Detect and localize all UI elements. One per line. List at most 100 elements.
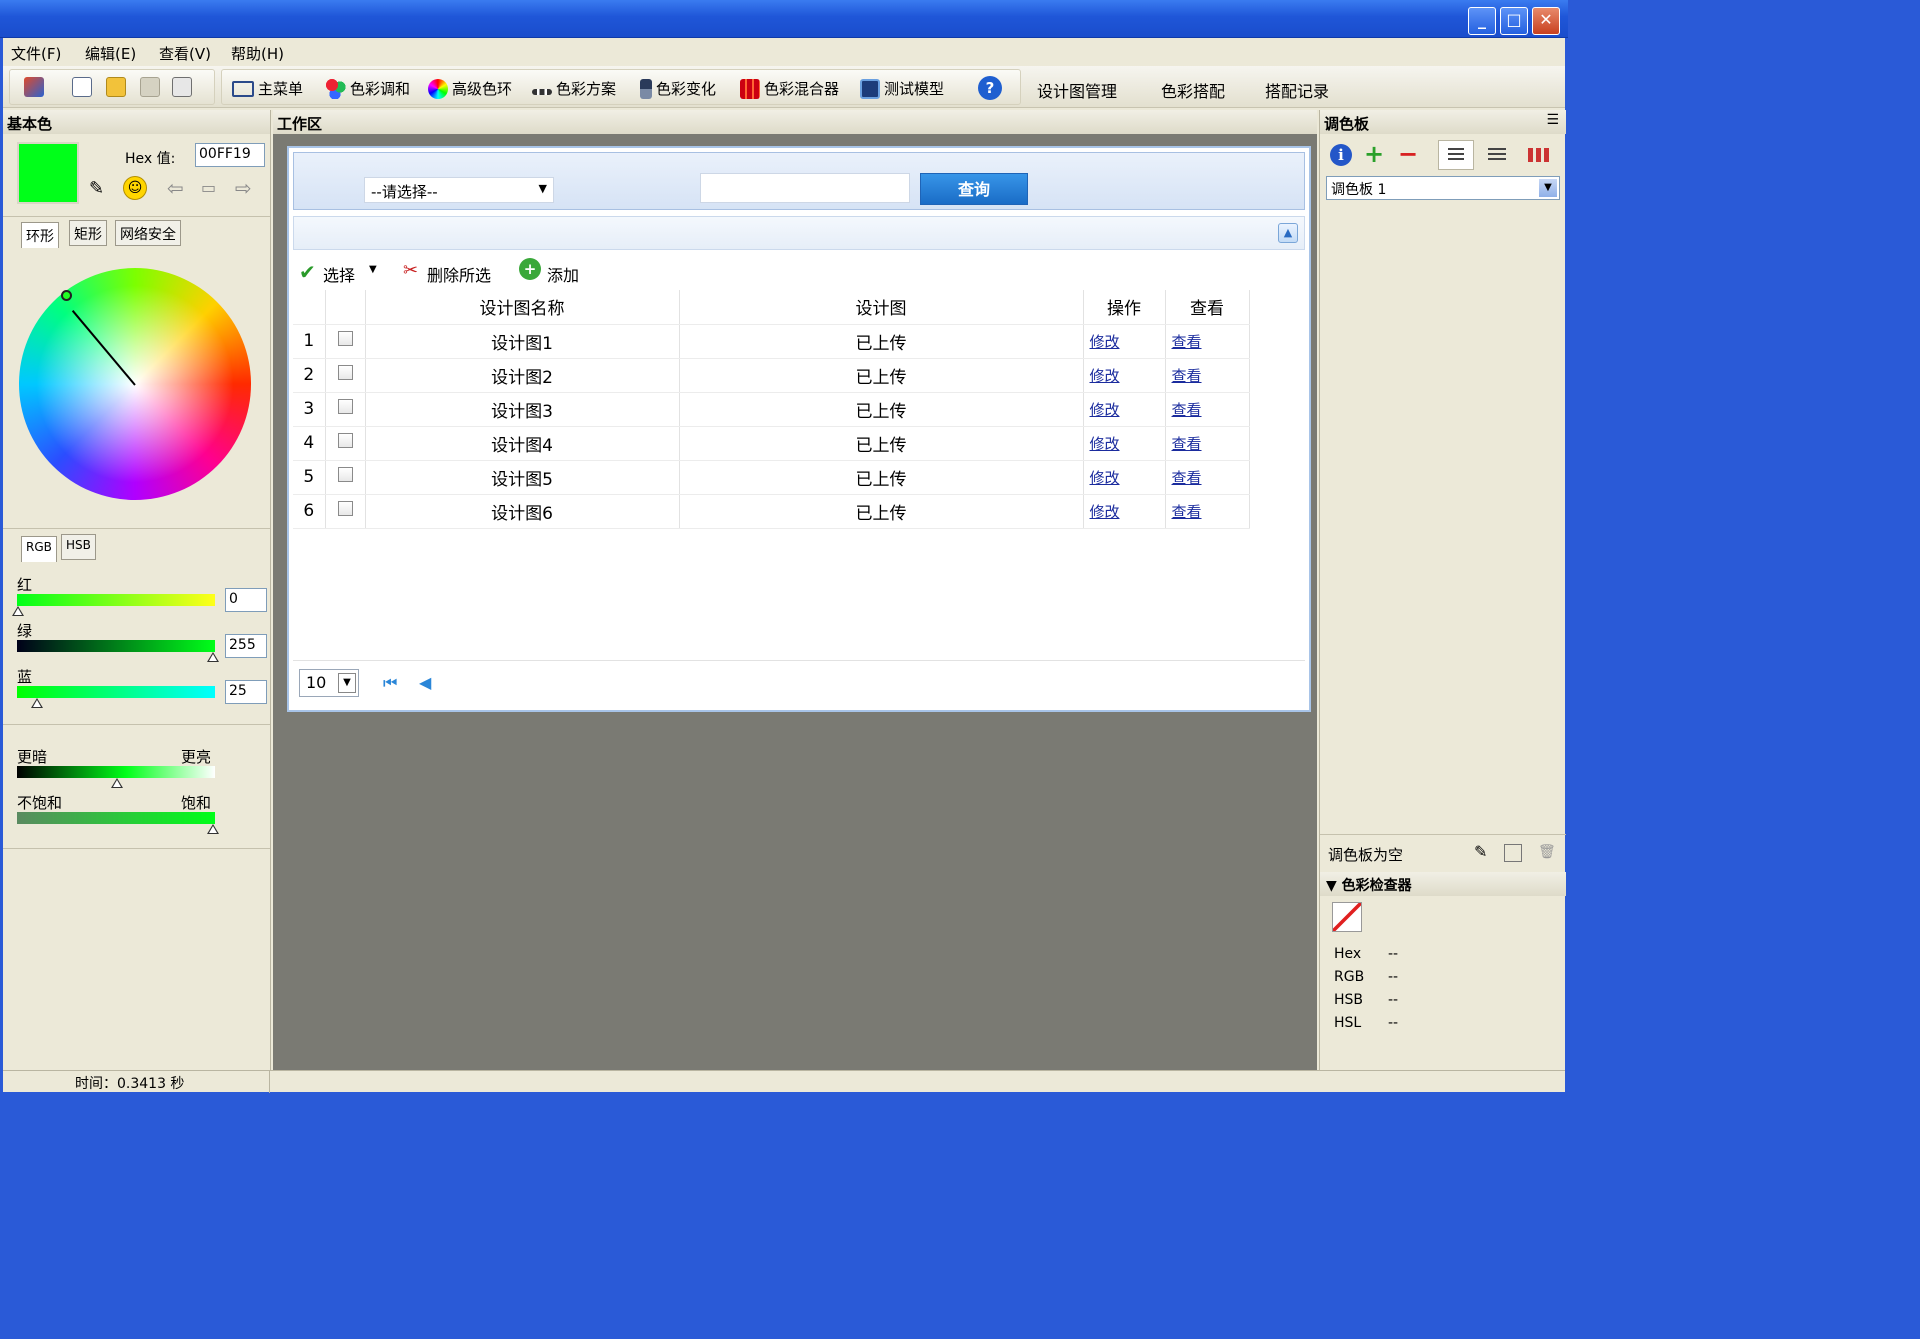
- edit-link[interactable]: 修改: [1090, 435, 1120, 453]
- row-checkbox[interactable]: [337, 433, 353, 448]
- color-scheme-button[interactable]: 色彩方案: [532, 78, 616, 99]
- table-row[interactable]: 3 设计图3 已上传 修改 查看: [293, 392, 1250, 427]
- row-checkbox[interactable]: [337, 331, 353, 346]
- color-variation-button[interactable]: 色彩变化: [640, 78, 716, 99]
- red-slider[interactable]: [17, 594, 215, 606]
- view-link[interactable]: 查看: [1172, 435, 1202, 453]
- save-icon[interactable]: [140, 77, 160, 97]
- close-button[interactable]: ✕: [1532, 7, 1560, 35]
- hex-input[interactable]: 00FF19: [195, 143, 265, 167]
- col-operation[interactable]: 操作: [1083, 290, 1166, 325]
- menu-help[interactable]: 帮助(H): [231, 43, 284, 64]
- swap-icon[interactable]: ▭: [201, 178, 216, 197]
- blue-slider[interactable]: [17, 686, 215, 698]
- view-link[interactable]: 查看: [1172, 401, 1202, 419]
- edit-link[interactable]: 修改: [1090, 503, 1120, 521]
- first-page-icon[interactable]: ⏮: [383, 673, 397, 693]
- edit-link[interactable]: 修改: [1090, 401, 1120, 419]
- eyedropper-icon[interactable]: ✎: [1474, 842, 1487, 861]
- brightness-slider-thumb[interactable]: [111, 778, 123, 788]
- view-link[interactable]: 查看: [1172, 367, 1202, 385]
- eyedropper-icon[interactable]: ✎: [89, 178, 109, 199]
- edit-link[interactable]: 修改: [1090, 367, 1120, 385]
- category-select[interactable]: --请选择-- ▼: [364, 177, 554, 203]
- print-icon[interactable]: [172, 77, 192, 97]
- arrow-left-icon[interactable]: ⇦: [167, 176, 184, 200]
- color-harmony-button[interactable]: 色彩调和: [326, 78, 410, 99]
- maximize-button[interactable]: □: [1500, 7, 1528, 35]
- menu-view[interactable]: 查看(V): [159, 43, 211, 64]
- wheel-handle[interactable]: [61, 290, 72, 301]
- green-slider-thumb[interactable]: [207, 652, 219, 662]
- page-size-select[interactable]: 10 ▼: [299, 669, 359, 697]
- table-row[interactable]: 1 设计图1 已上传 修改 查看: [293, 324, 1250, 359]
- panel-menu-icon[interactable]: ☰: [1546, 112, 1559, 128]
- menu-file[interactable]: 文件(F): [11, 43, 61, 64]
- palette-select[interactable]: 调色板 1 ▼: [1326, 176, 1560, 200]
- arrow-right-icon[interactable]: ⇨: [235, 176, 252, 200]
- advanced-wheel-button[interactable]: 高级色环: [428, 78, 512, 99]
- blue-slider-thumb[interactable]: [31, 698, 43, 708]
- table-row[interactable]: 6 设计图6 已上传 修改 查看: [293, 494, 1250, 529]
- copy-icon[interactable]: [1504, 844, 1522, 862]
- tab-rect[interactable]: 矩形: [69, 220, 107, 246]
- row-checkbox[interactable]: [337, 467, 353, 482]
- matching-record-link[interactable]: 搭配记录: [1265, 78, 1329, 102]
- green-input[interactable]: 255: [225, 634, 267, 658]
- saturation-slider-thumb[interactable]: [207, 824, 219, 834]
- grid-view-icon[interactable]: [1528, 148, 1550, 162]
- select-menu-button[interactable]: 选择: [323, 262, 355, 286]
- app-icon[interactable]: [24, 77, 44, 97]
- test-model-button[interactable]: 测试模型: [860, 78, 944, 99]
- current-color-swatch[interactable]: [17, 142, 79, 204]
- view-link[interactable]: 查看: [1172, 469, 1202, 487]
- green-slider[interactable]: [17, 640, 215, 652]
- brightness-slider[interactable]: [17, 766, 215, 778]
- prev-page-icon[interactable]: ◀: [419, 673, 431, 692]
- main-menu-button[interactable]: 主菜单: [232, 78, 303, 99]
- tab-rgb[interactable]: RGB: [21, 536, 57, 562]
- color-wheel[interactable]: [19, 268, 251, 500]
- row-checkbox[interactable]: [337, 399, 353, 414]
- detail-view-icon[interactable]: [1488, 148, 1506, 162]
- open-folder-icon[interactable]: [106, 77, 126, 97]
- row-checkbox[interactable]: [337, 365, 353, 380]
- col-design[interactable]: 设计图: [679, 290, 1084, 325]
- remove-color-icon[interactable]: −: [1398, 140, 1418, 168]
- view-link[interactable]: 查看: [1172, 333, 1202, 351]
- design-management-link[interactable]: 设计图管理: [1037, 78, 1117, 102]
- search-input[interactable]: [700, 173, 910, 203]
- col-name[interactable]: 设计图名称: [365, 290, 680, 325]
- color-checker-header[interactable]: ▼ 色彩检查器: [1320, 872, 1566, 896]
- add-button[interactable]: 添加: [547, 262, 579, 286]
- row-checkbox[interactable]: [337, 501, 353, 516]
- help-icon[interactable]: ?: [978, 76, 1002, 100]
- tab-hsb[interactable]: HSB: [61, 534, 96, 560]
- collapse-icon[interactable]: ▲: [1278, 223, 1298, 243]
- table-row[interactable]: 5 设计图5 已上传 修改 查看: [293, 460, 1250, 495]
- delete-selected-button[interactable]: 删除所选: [427, 262, 491, 286]
- saturation-slider[interactable]: [17, 812, 215, 824]
- color-mixer-button[interactable]: 色彩混合器: [740, 78, 839, 99]
- tab-ring[interactable]: 环形: [21, 222, 59, 248]
- trash-icon[interactable]: 🗑: [1538, 844, 1556, 860]
- color-matching-link[interactable]: 色彩搭配: [1161, 78, 1225, 102]
- new-file-icon[interactable]: [72, 77, 92, 97]
- minimize-button[interactable]: _: [1468, 7, 1496, 35]
- smiley-icon[interactable]: ☺: [123, 176, 147, 200]
- red-slider-thumb[interactable]: [12, 606, 24, 616]
- tab-websafe[interactable]: 网络安全: [115, 220, 181, 246]
- add-color-icon[interactable]: +: [1364, 140, 1384, 168]
- table-row[interactable]: 2 设计图2 已上传 修改 查看: [293, 358, 1250, 393]
- menu-edit[interactable]: 编辑(E): [85, 43, 136, 64]
- edit-link[interactable]: 修改: [1090, 333, 1120, 351]
- col-view[interactable]: 查看: [1165, 290, 1250, 325]
- table-row[interactable]: 4 设计图4 已上传 修改 查看: [293, 426, 1250, 461]
- edit-link[interactable]: 修改: [1090, 469, 1120, 487]
- red-input[interactable]: 0: [225, 588, 267, 612]
- view-link[interactable]: 查看: [1172, 503, 1202, 521]
- info-icon[interactable]: i: [1330, 144, 1352, 166]
- blue-input[interactable]: 25: [225, 680, 267, 704]
- query-button[interactable]: 查询: [920, 173, 1028, 205]
- select-dropdown-icon[interactable]: ▼: [369, 264, 377, 275]
